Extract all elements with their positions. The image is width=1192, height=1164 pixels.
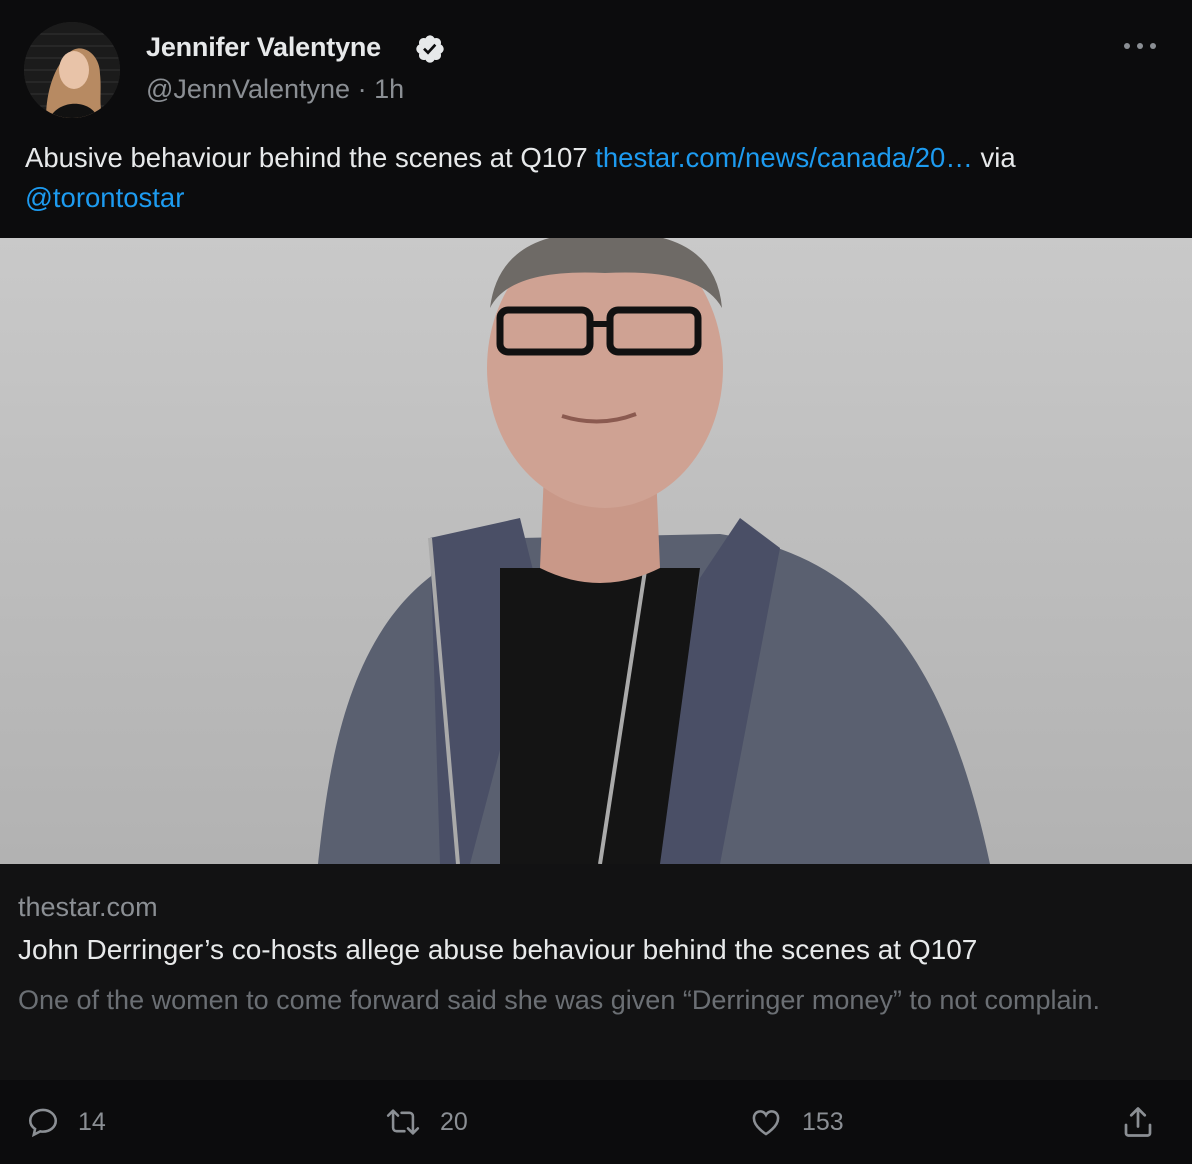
like-button[interactable]: 153 xyxy=(748,1104,844,1140)
verified-badge-icon xyxy=(416,35,444,63)
share-icon xyxy=(1124,1107,1152,1137)
display-name[interactable]: Jennifer Valentyne xyxy=(146,32,381,63)
tweet-via: via xyxy=(972,142,1016,173)
like-icon xyxy=(752,1110,780,1136)
tweet-link[interactable]: thestar.com/news/canada/20… xyxy=(595,142,973,173)
share-button[interactable] xyxy=(1120,1104,1156,1140)
reply-icon xyxy=(28,1108,58,1138)
handle-row: @JennValentyne · 1h xyxy=(146,74,404,105)
tweet-header: Jennifer Valentyne @JennValentyne · 1h xyxy=(0,0,1192,130)
card-description: One of the women to come forward said sh… xyxy=(18,985,1101,1015)
card-title: John Derringer’s co-hosts allege abuse b… xyxy=(18,934,978,965)
action-bar: 14 20 153 xyxy=(0,1080,1192,1164)
retweet-count: 20 xyxy=(440,1107,468,1136)
card-domain: thestar.com xyxy=(18,892,158,922)
like-count: 153 xyxy=(802,1107,844,1136)
retweet-button[interactable]: 20 xyxy=(384,1104,468,1140)
reply-button[interactable]: 14 xyxy=(26,1104,106,1140)
link-card[interactable]: thestar.com John Derringer’s co-hosts al… xyxy=(0,238,1192,1080)
tweet-body: Abusive behaviour behind the scenes at Q… xyxy=(25,142,596,173)
retweet-icon xyxy=(386,1109,420,1135)
card-image[interactable] xyxy=(0,238,1192,864)
reply-count: 14 xyxy=(78,1107,106,1136)
more-icon[interactable] xyxy=(1124,34,1156,58)
card-meta: thestar.com John Derringer’s co-hosts al… xyxy=(0,864,1192,1080)
handle[interactable]: @JennValentyne xyxy=(146,74,350,104)
mention-link[interactable]: @torontostar xyxy=(25,182,184,213)
separator: · xyxy=(357,74,367,104)
tweet: Jennifer Valentyne @JennValentyne · 1h A… xyxy=(0,0,1192,1164)
avatar[interactable] xyxy=(24,22,120,118)
tweet-text: Abusive behaviour behind the scenes at Q… xyxy=(25,138,1165,218)
timestamp[interactable]: 1h xyxy=(374,74,404,104)
